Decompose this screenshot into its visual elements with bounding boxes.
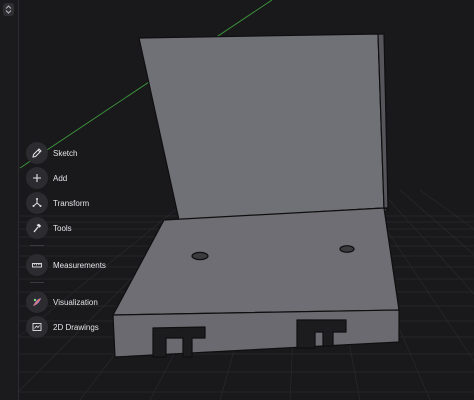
tool-sketch-label: Sketch xyxy=(53,148,78,158)
tool-2d-drawings[interactable]: 2D Drawings xyxy=(26,316,99,338)
tool-visualization[interactable]: Visualization xyxy=(26,291,98,313)
tool-measurements-label: Measurements xyxy=(53,260,106,270)
toolbar-separator xyxy=(30,245,44,246)
tool-transform[interactable]: Transform xyxy=(26,192,89,214)
tool-tools[interactable]: Tools xyxy=(26,217,72,239)
transform-axes-icon xyxy=(26,192,48,214)
drawing-sheet-icon xyxy=(26,316,48,338)
toolbar-separator xyxy=(30,282,44,283)
tool-tools-label: Tools xyxy=(53,223,72,233)
panel-toggle-button[interactable] xyxy=(3,3,14,16)
chevron-up-down-icon xyxy=(5,5,12,14)
left-panel-edge xyxy=(0,0,19,400)
hammer-icon xyxy=(26,217,48,239)
tool-add-label: Add xyxy=(53,173,68,183)
tool-sketch[interactable]: Sketch xyxy=(26,142,77,164)
palette-icon xyxy=(26,291,48,313)
plus-icon xyxy=(26,167,48,189)
tool-transform-label: Transform xyxy=(53,198,90,208)
pencil-icon xyxy=(26,142,48,164)
ruler-icon xyxy=(26,254,48,276)
tool-add[interactable]: Add xyxy=(26,167,67,189)
tool-2d-drawings-label: 2D Drawings xyxy=(53,322,99,332)
tool-measurements[interactable]: Measurements xyxy=(26,254,106,276)
tool-visualization-label: Visualization xyxy=(53,297,98,307)
